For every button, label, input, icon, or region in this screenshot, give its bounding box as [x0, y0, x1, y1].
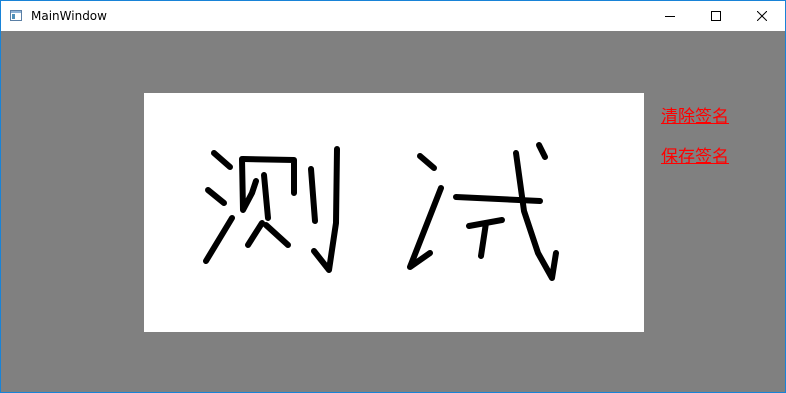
- main-window: MainWindow 清除签名 保存签名: [0, 0, 786, 393]
- window-title: MainWindow: [31, 9, 107, 23]
- signature-canvas[interactable]: [144, 93, 644, 332]
- client-area: 清除签名 保存签名: [1, 31, 785, 392]
- maximize-button[interactable]: [693, 1, 739, 31]
- signature-stroke: [513, 150, 559, 281]
- app-window-icon: [10, 10, 22, 21]
- maximize-icon: [711, 11, 721, 21]
- signature-stroke: [205, 187, 227, 206]
- minimize-button[interactable]: [647, 1, 693, 31]
- signature-stroke: [478, 220, 489, 259]
- signature-stroke: [407, 185, 444, 270]
- signature-stroke: [211, 150, 233, 170]
- signature-stroke: [536, 142, 548, 160]
- signature-stroke: [239, 156, 259, 213]
- signature-stroke: [261, 172, 271, 221]
- signature-stroke: [417, 153, 437, 171]
- signature-stroke: [263, 222, 291, 248]
- signature-strokes: [203, 142, 559, 281]
- clear-signature-link[interactable]: 清除签名: [661, 107, 729, 127]
- save-signature-link[interactable]: 保存签名: [661, 147, 729, 167]
- close-icon: [757, 11, 767, 21]
- signature-stroke: [311, 146, 340, 273]
- signature-stroke: [308, 166, 318, 224]
- title-bar[interactable]: MainWindow: [1, 1, 785, 31]
- signature-stroke: [245, 220, 265, 248]
- signature-stroke: [203, 215, 235, 264]
- minimize-icon: [665, 16, 675, 17]
- signature-stroke: [453, 194, 543, 204]
- close-button[interactable]: [739, 1, 785, 31]
